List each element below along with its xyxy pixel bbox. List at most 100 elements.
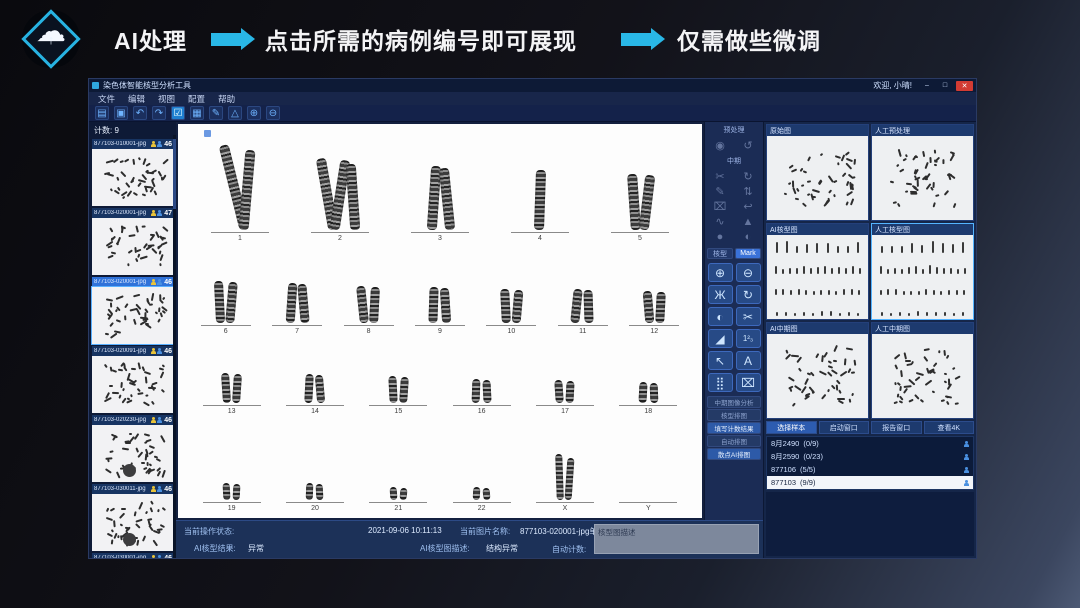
chromosome-cell[interactable]: 9 <box>404 287 475 335</box>
chromosome[interactable] <box>555 380 565 404</box>
chromosome[interactable] <box>500 288 511 322</box>
dot-icon[interactable]: ● <box>709 229 732 244</box>
chromosome-cell[interactable]: 11 <box>547 289 618 335</box>
chromosome[interactable] <box>369 286 380 322</box>
chromosome[interactable] <box>389 487 397 500</box>
export-icon[interactable]: △ <box>228 106 242 120</box>
tool-tab[interactable]: Mark <box>735 248 761 259</box>
tool-tab[interactable]: 核型 <box>707 248 733 259</box>
minimize-button[interactable]: – <box>920 81 934 91</box>
chromosome[interactable] <box>429 287 439 323</box>
timer-icon[interactable]: ◉ <box>709 138 732 153</box>
chromosome-cell[interactable]: 13 <box>190 373 273 415</box>
edit-icon[interactable]: ✎ <box>209 106 223 120</box>
metaphase-thumbnail[interactable] <box>92 218 174 275</box>
chromosome[interactable] <box>438 168 454 231</box>
chromosome[interactable] <box>655 291 666 322</box>
menu-item[interactable]: 视图 <box>158 93 175 105</box>
chromosome[interactable] <box>472 379 481 403</box>
eraser-icon[interactable]: ◢ <box>708 329 733 348</box>
metaphase-list-item[interactable]: 877103-020091-jpg46 <box>92 346 174 413</box>
chromosome[interactable] <box>306 483 314 500</box>
comparison-tile[interactable]: 人工核型图 <box>871 223 974 320</box>
sample-row[interactable]: 877106(5/5) <box>767 463 973 476</box>
chromosome-cell[interactable]: 6 <box>190 281 261 335</box>
contrast-icon[interactable]: ◐ <box>708 307 733 326</box>
chromosome[interactable] <box>566 381 575 403</box>
close-button[interactable]: ✕ <box>956 81 973 91</box>
tool-action-button[interactable]: 中期图像分析 <box>707 396 761 408</box>
redo-icon[interactable]: ↷ <box>152 106 166 120</box>
chromosome-cell[interactable]: 19 <box>190 483 273 512</box>
chromosome-cell[interactable]: 18 <box>607 382 690 415</box>
sample-row[interactable]: 877103(9/9) <box>767 476 973 489</box>
chromosome-cell[interactable]: X <box>523 454 606 512</box>
comparison-tile[interactable]: 人工中期图 <box>871 322 974 419</box>
chromosome[interactable] <box>483 380 492 403</box>
chromosome-cell[interactable]: 2 <box>290 158 390 242</box>
maximize-button[interactable]: □ <box>938 81 952 91</box>
chromosome[interactable] <box>642 290 654 323</box>
chromosome[interactable] <box>285 282 297 323</box>
tool-action-button[interactable]: 自动排图 <box>707 435 761 447</box>
chromosome[interactable] <box>221 373 231 403</box>
tool-action-button[interactable]: 填写计数结果 <box>707 422 761 434</box>
tool-action-button[interactable]: 核型排图 <box>707 409 761 421</box>
sample-row[interactable]: 8月2490(0/9) <box>767 437 973 450</box>
chromosome-cell[interactable]: 22 <box>440 487 523 512</box>
zoom-out-icon[interactable]: ⊖ <box>736 263 761 282</box>
marker-icon[interactable]: ▲ <box>737 214 760 229</box>
karyotype-canvas[interactable]: 12345678910111213141516171819202122XY <box>178 124 702 518</box>
comparison-tile[interactable]: 原始图 <box>766 124 869 221</box>
chromosome[interactable] <box>638 175 655 231</box>
image-icon[interactable]: ▦ <box>190 106 204 120</box>
chromosome[interactable] <box>232 374 242 403</box>
chromosome-cell[interactable]: 5 <box>590 174 690 242</box>
sample-row[interactable]: 8月2590(0/23) <box>767 450 973 463</box>
metaphase-list-item[interactable]: 877103-020001-jpg46 <box>92 277 174 344</box>
chromosome[interactable] <box>238 150 255 231</box>
grid-view-icon[interactable]: ⣿ <box>708 373 733 392</box>
restore-icon[interactable]: ↺ <box>737 138 760 153</box>
chromosome[interactable] <box>440 287 451 323</box>
comparison-tile[interactable]: AI核型图 <box>766 223 869 320</box>
chromosome[interactable] <box>223 483 231 500</box>
chromosome[interactable] <box>316 484 324 500</box>
cut-icon[interactable]: ✂ <box>736 307 761 326</box>
chromosome[interactable] <box>483 488 491 501</box>
menu-item[interactable]: 配置 <box>188 93 205 105</box>
chromosome[interactable] <box>346 164 361 231</box>
zoom-in-icon[interactable]: ⊕ <box>247 106 261 120</box>
text-annotate-icon[interactable]: A <box>736 351 761 370</box>
chromosome[interactable] <box>638 382 647 403</box>
chromosome-cell[interactable]: 15 <box>357 376 440 415</box>
cross-cut-icon[interactable]: ✂ <box>709 169 732 184</box>
chromosome-cell[interactable]: 20 <box>273 483 356 512</box>
chromosome-cell[interactable]: 10 <box>476 289 547 335</box>
sample-tab[interactable]: 启动窗口 <box>819 421 870 434</box>
zoom-in-icon[interactable]: ⊕ <box>708 263 733 282</box>
split-chromosome-icon[interactable]: Ж <box>708 285 733 304</box>
basket-icon[interactable]: ⌧ <box>709 199 732 214</box>
sidebar-scrollbar[interactable] <box>173 135 176 558</box>
menu-item[interactable]: 帮助 <box>218 93 235 105</box>
chromosome-cell[interactable]: 1 <box>190 144 290 242</box>
metaphase-thumbnail[interactable] <box>92 287 174 344</box>
chromosome[interactable] <box>565 458 575 500</box>
chromosome[interactable] <box>399 377 409 403</box>
chromosome[interactable] <box>356 285 369 323</box>
chromosome-cell[interactable]: 12 <box>619 291 690 335</box>
curve-icon[interactable]: ∿ <box>709 214 732 229</box>
undo-step-icon[interactable]: ↩ <box>737 199 760 214</box>
menu-item[interactable]: 编辑 <box>128 93 145 105</box>
metaphase-list-item[interactable]: 877103-030001-jpg46 <box>92 553 174 558</box>
chromosome-cell[interactable]: 21 <box>357 487 440 512</box>
brush-icon[interactable]: ✎ <box>709 184 732 199</box>
chromosome[interactable] <box>399 488 407 501</box>
chromosome[interactable] <box>388 376 397 403</box>
drag-sort-icon[interactable]: ⇅ <box>737 184 760 199</box>
menu-item[interactable]: 文件 <box>98 93 115 105</box>
chromosome[interactable] <box>649 383 658 403</box>
tool-action-button[interactable]: 散点AI排图 <box>707 448 761 460</box>
karyotype-description-input[interactable]: 核型图描述 <box>594 524 759 554</box>
